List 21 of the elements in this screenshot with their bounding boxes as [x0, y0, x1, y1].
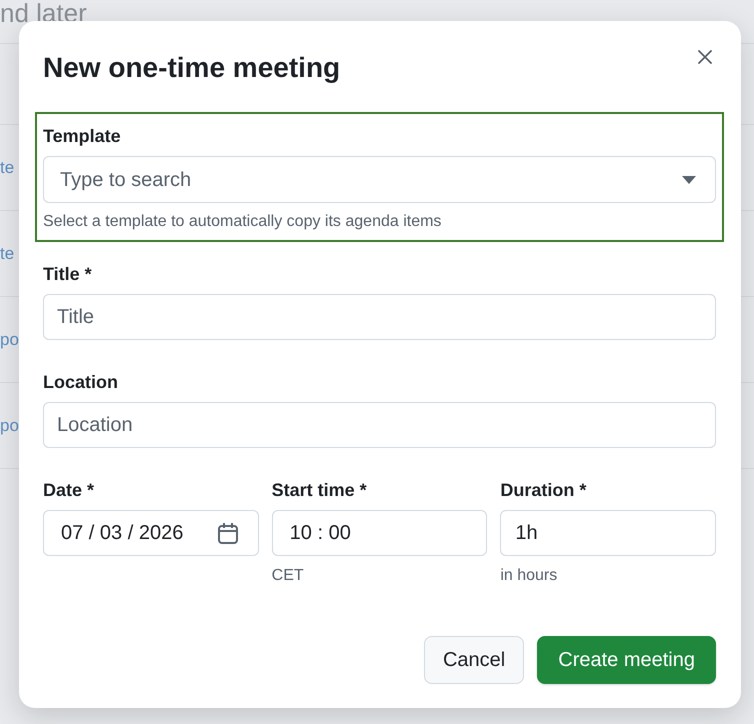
- field-label: Date *: [43, 479, 96, 502]
- text-field[interactable]: 1h: [500, 510, 716, 556]
- caret-icon: [682, 176, 696, 184]
- date-field[interactable]: 07 / 03 / 2026: [43, 510, 259, 556]
- help-text: in hours: [500, 566, 558, 586]
- field-label: Location: [43, 371, 119, 394]
- help-text: Select a template to automatically copy its agenda items: [43, 212, 442, 232]
- calendar-icon: [218, 522, 238, 544]
- cancel-button[interactable]: Cancel: [424, 636, 524, 684]
- help-text: CET: [272, 566, 305, 586]
- time-field[interactable]: 10 : 00: [272, 510, 488, 556]
- text-field[interactable]: Title: [43, 294, 716, 340]
- field-label: Template: [43, 125, 122, 148]
- field-label: Start time *: [272, 479, 368, 502]
- field-label: Title *: [43, 263, 93, 286]
- field-label: Duration *: [500, 479, 588, 502]
- text-field[interactable]: Location: [43, 402, 716, 448]
- close-icon: [698, 50, 712, 64]
- template-select[interactable]: Type to search: [43, 156, 716, 203]
- create-button[interactable]: Create meeting: [537, 636, 716, 684]
- dialog-title: New one-time meeting: [43, 51, 340, 85]
